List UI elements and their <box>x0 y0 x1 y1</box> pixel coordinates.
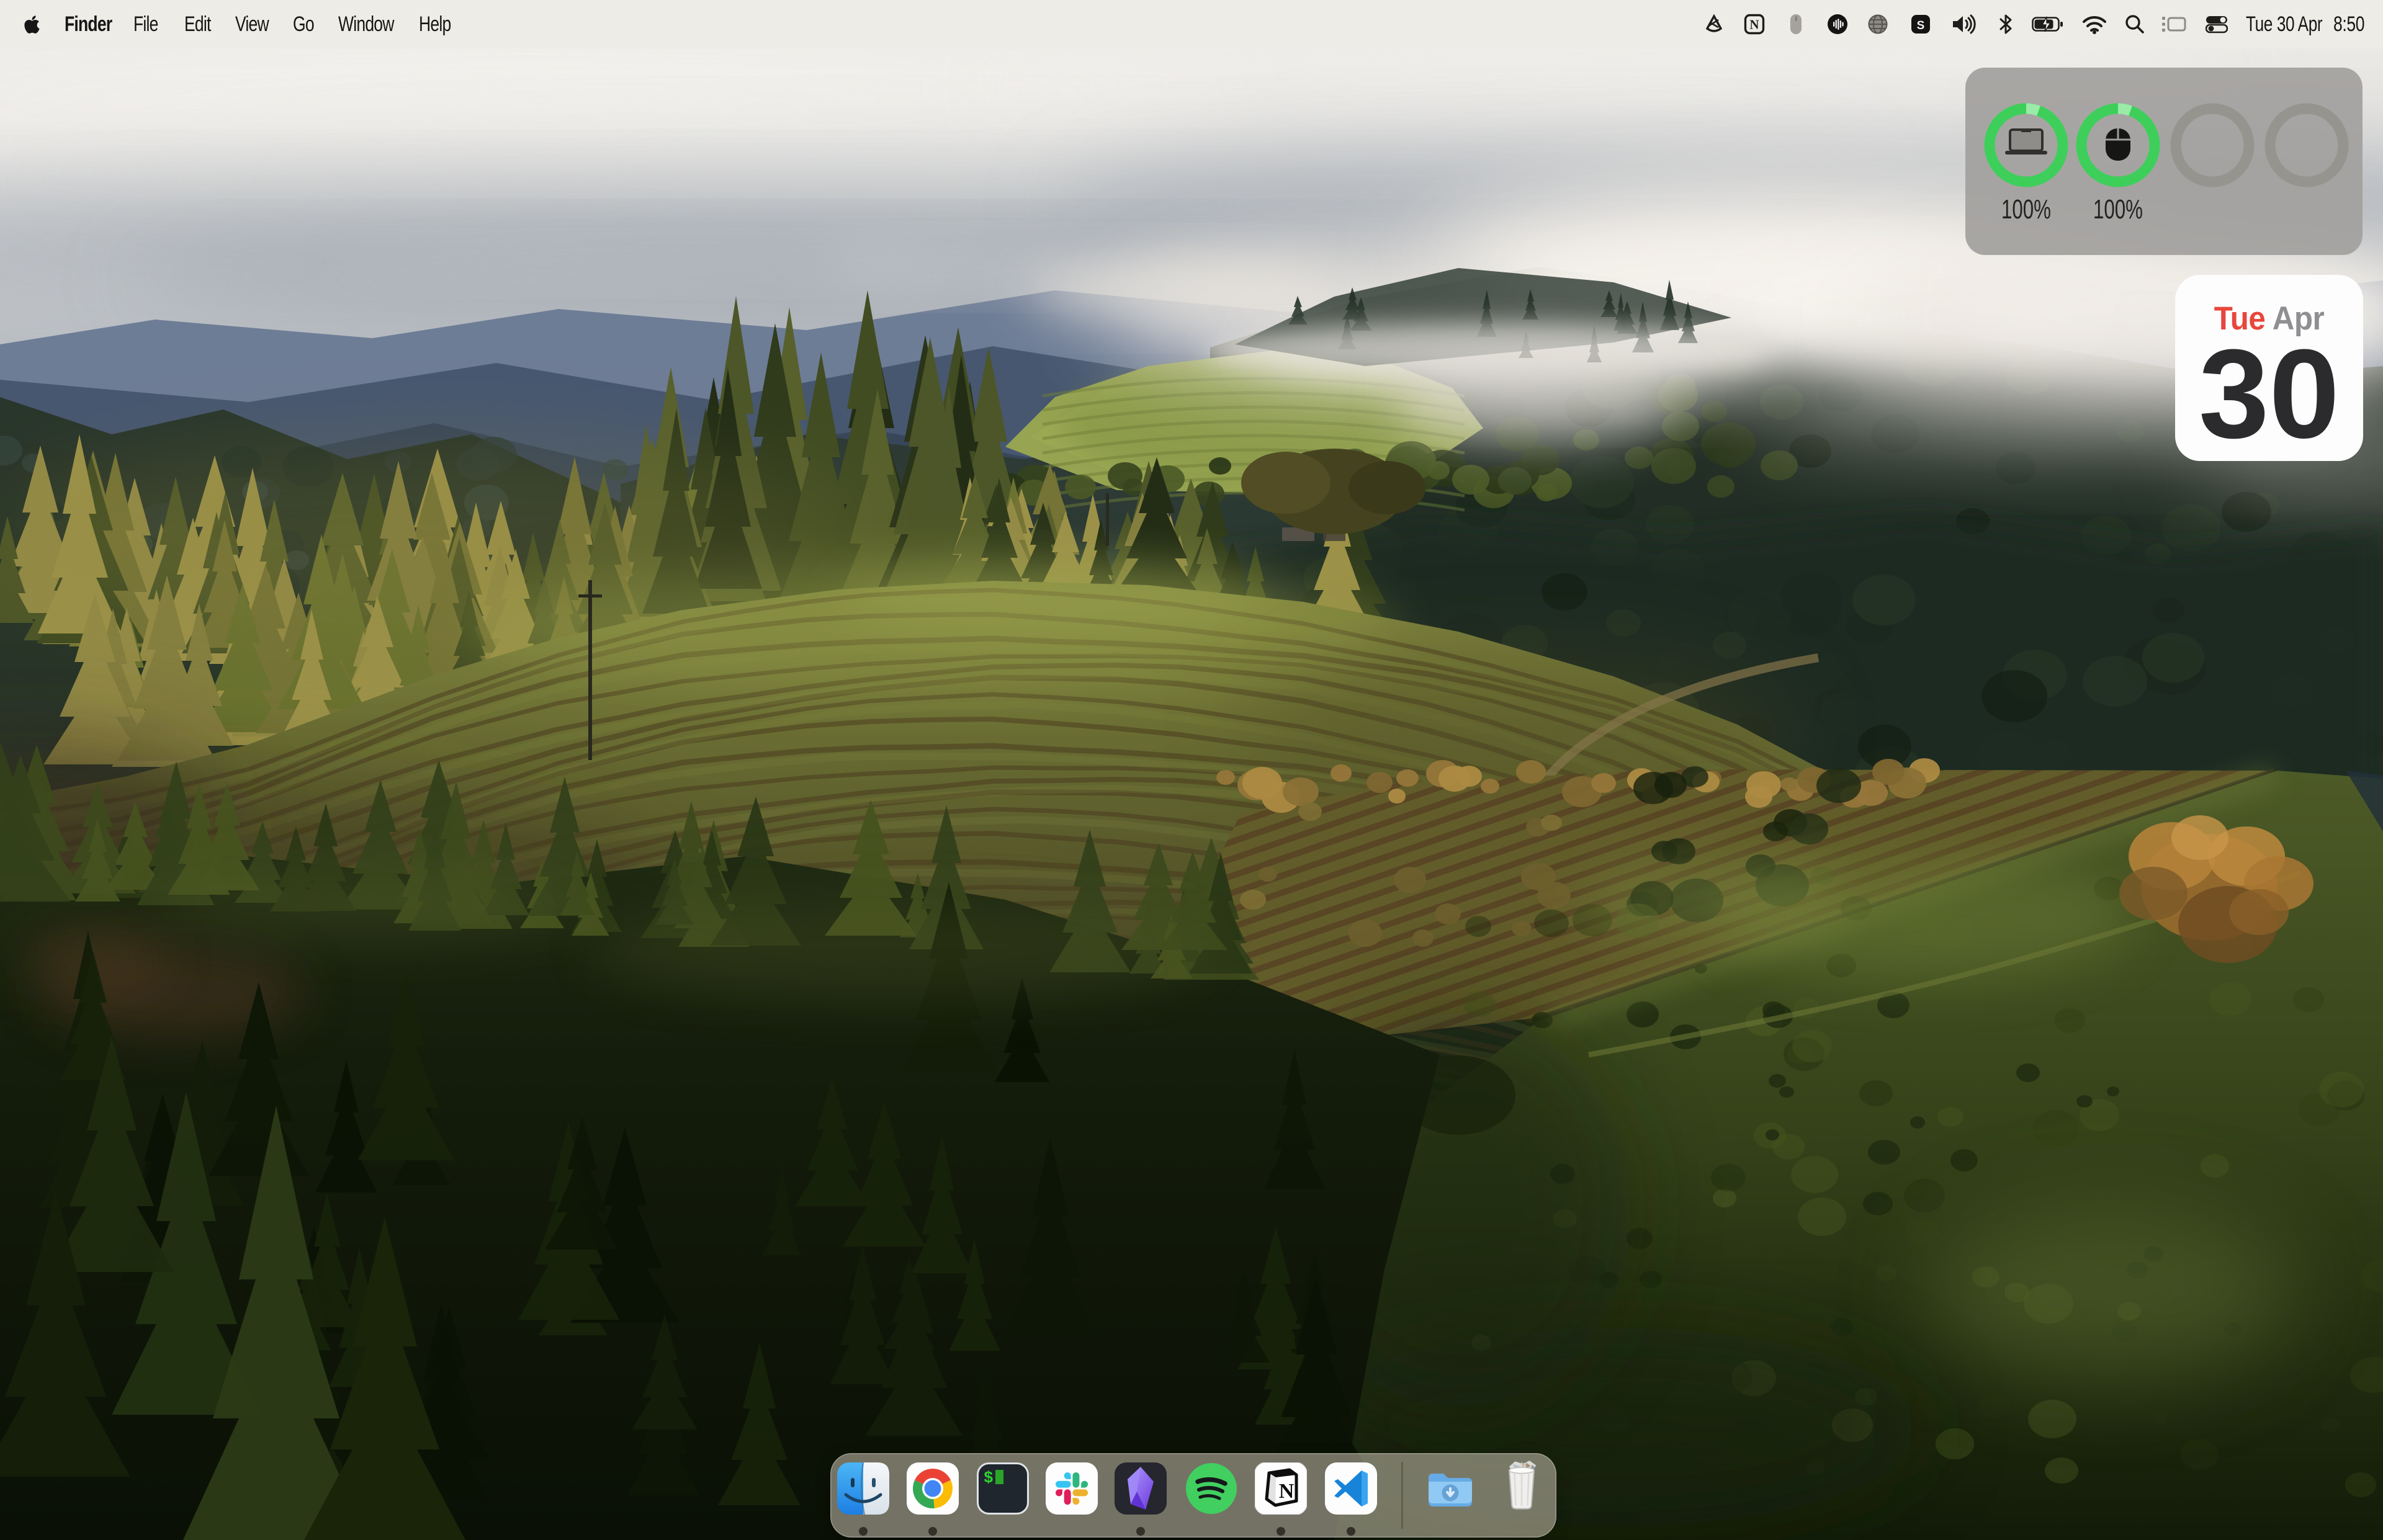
svg-text:N: N <box>1279 1480 1295 1503</box>
svg-text:$: $ <box>984 1469 994 1487</box>
svg-text:100%: 100% <box>2093 194 2143 225</box>
svg-text:N: N <box>1749 17 1759 32</box>
svg-text:100%: 100% <box>2001 194 2051 225</box>
svg-text:S: S <box>1917 19 1925 32</box>
